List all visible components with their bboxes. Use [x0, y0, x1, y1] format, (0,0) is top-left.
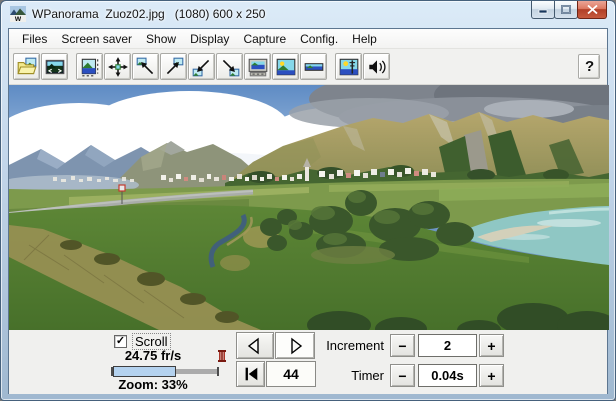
timer-value: 0.04s: [418, 364, 477, 387]
menu-display[interactable]: Display: [183, 30, 236, 48]
menubar: Files Screen saver Show Display Capture …: [9, 29, 607, 49]
open-panorama-icon: [16, 57, 37, 74]
scroll-checkbox-label[interactable]: Scroll: [132, 333, 171, 350]
scroll-left-top-icon: [136, 57, 153, 74]
scroll-right-top-icon: [166, 57, 183, 74]
scroll-left-button[interactable]: [236, 332, 274, 359]
show-panorama-icon: [45, 59, 64, 74]
scroll-left-bottom-icon: [192, 59, 209, 76]
maximize-icon: [561, 5, 571, 14]
zoom-level: Zoom: 33%: [118, 377, 188, 392]
screen-saver-icon: [339, 58, 358, 75]
framerate-slider-fill[interactable]: [113, 366, 176, 377]
toolbar: ?: [9, 49, 607, 85]
sound-button[interactable]: [363, 53, 390, 80]
full-screen-icon: [276, 58, 295, 75]
increment-value: 2: [418, 334, 477, 357]
scroll-right-top-button[interactable]: [160, 53, 187, 80]
menu-capture[interactable]: Capture: [236, 30, 293, 48]
menu-help[interactable]: Help: [345, 30, 384, 48]
panorama-viewport: [9, 85, 609, 330]
titlebar[interactable]: w WPanorama Zuoz02.jpg (1080) 600 x 250: [1, 1, 615, 28]
app-icon: w: [10, 6, 26, 22]
increment-label: Increment: [326, 338, 384, 353]
panorama-image[interactable]: [9, 85, 609, 330]
center-panorama-icon: [107, 56, 128, 77]
preview-screen-icon: [248, 58, 267, 76]
fit-window-icon: [81, 58, 98, 76]
increment-minus-button[interactable]: −: [390, 334, 415, 357]
close-button[interactable]: [577, 1, 607, 19]
speed-indicator-icon: [218, 350, 226, 362]
menu-files[interactable]: Files: [15, 30, 54, 48]
window-title: WPanorama Zuoz02.jpg (1080) 600 x 250: [32, 7, 266, 21]
wpanorama-window: w WPanorama Zuoz02.jpg (1080) 600 x 250 …: [0, 0, 616, 401]
timer-plus-button[interactable]: +: [479, 364, 504, 387]
framerate-value: 24.75 fr/s: [124, 348, 182, 363]
menu-screen-saver[interactable]: Screen saver: [54, 30, 139, 48]
center-panorama-button[interactable]: [104, 53, 131, 80]
first-frame-button[interactable]: [236, 361, 265, 387]
timer-minus-button[interactable]: −: [390, 364, 415, 387]
control-panel: ✓ Scroll 24.75 fr/s Zoom: 33% 44 Increme…: [9, 330, 607, 394]
maximize-button[interactable]: [554, 1, 578, 19]
svg-text:w: w: [14, 14, 22, 22]
scroll-right-bottom-button[interactable]: [216, 53, 243, 80]
scroll-right-bottom-icon: [222, 59, 239, 76]
minimize-button[interactable]: [531, 1, 555, 19]
full-screen-button[interactable]: [272, 53, 299, 80]
close-icon: [586, 5, 598, 14]
menu-show[interactable]: Show: [139, 30, 183, 48]
timer-label: Timer: [351, 368, 384, 383]
slider-right-tick: [217, 367, 219, 376]
first-frame-icon: [245, 367, 257, 381]
open-panorama-button[interactable]: [13, 53, 40, 80]
scroll-left-top-button[interactable]: [132, 53, 159, 80]
client-area: Files Screen saver Show Display Capture …: [8, 28, 609, 394]
increment-plus-button[interactable]: +: [479, 334, 504, 357]
scroll-checkbox[interactable]: ✓: [114, 335, 127, 348]
sound-icon: [368, 59, 386, 74]
help-button[interactable]: ?: [578, 54, 600, 79]
menu-config[interactable]: Config.: [293, 30, 345, 48]
banner-mode-button[interactable]: [300, 53, 327, 80]
scroll-left-bottom-button[interactable]: [188, 53, 215, 80]
banner-mode-icon: [304, 62, 323, 71]
preview-screen-button[interactable]: [244, 53, 271, 80]
show-panorama-button[interactable]: [41, 53, 68, 80]
framerate-slider[interactable]: [111, 366, 219, 377]
minimize-icon: [538, 9, 548, 14]
screen-saver-button[interactable]: [335, 53, 362, 80]
prev-frame-icon: [247, 337, 259, 354]
fit-window-button[interactable]: [76, 53, 103, 80]
